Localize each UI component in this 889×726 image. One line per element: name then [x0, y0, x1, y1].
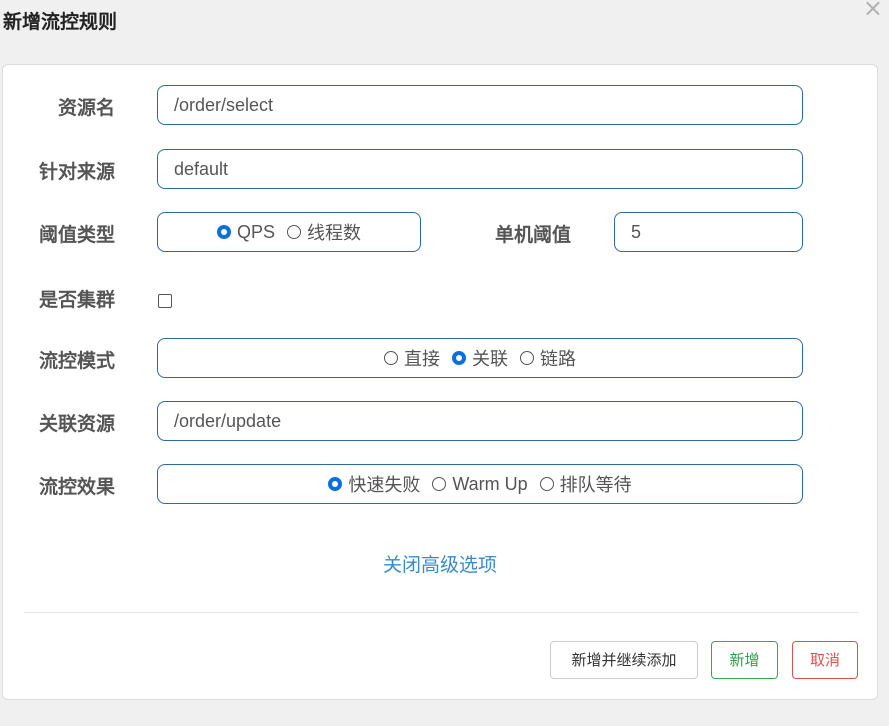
- cluster-label: 是否集群: [38, 289, 115, 311]
- origin-input[interactable]: [158, 150, 802, 188]
- cluster-checkbox[interactable]: [158, 294, 172, 308]
- single-threshold-input[interactable]: [615, 213, 802, 251]
- radio-checked-icon: [216, 225, 231, 239]
- origin-field: [157, 149, 803, 189]
- radio-unchecked-icon: [539, 477, 554, 491]
- radio-label: QPS: [236, 221, 275, 242]
- radio-unchecked-icon: [287, 225, 301, 239]
- cancel-button[interactable]: 取消: [792, 641, 858, 679]
- radio-unchecked-icon: [384, 351, 398, 365]
- row-ref-resource: 关联资源: [3, 401, 877, 443]
- dialog: 新增流控规则 × 资源名 针对来源 阈值类型 QPS: [0, 0, 889, 726]
- divider: [24, 612, 858, 613]
- effect-field: 快速失败 Warm Up 排队等待: [157, 464, 803, 504]
- resource-field: [157, 85, 803, 125]
- threshold-type-label: 阈值类型: [38, 224, 115, 246]
- radio-label: 线程数: [307, 223, 361, 243]
- radio-mode-chain[interactable]: 链路: [520, 345, 576, 371]
- radio-effect-queue[interactable]: 排队等待: [539, 471, 632, 497]
- row-effect: 流控效果 快速失败 Warm Up 排队等待: [3, 464, 877, 506]
- radio-label: Warm Up: [452, 473, 528, 494]
- effect-label: 流控效果: [38, 476, 115, 498]
- origin-label: 针对来源: [38, 161, 115, 183]
- radio-label: 链路: [540, 349, 576, 369]
- radio-label: 关联: [472, 349, 508, 369]
- form-panel: 资源名 针对来源 阈值类型 QPS: [2, 64, 878, 700]
- resource-label: 资源名: [57, 97, 115, 119]
- row-resource: 资源名: [3, 85, 877, 127]
- radio-checked-icon: [452, 351, 466, 365]
- ref-resource-input[interactable]: [158, 402, 802, 440]
- radio-label: 排队等待: [559, 475, 632, 495]
- mode-radio-group: 直接 关联 链路: [158, 339, 802, 377]
- radio-checked-icon: [328, 477, 343, 491]
- radio-effect-fail-fast[interactable]: 快速失败: [328, 471, 420, 497]
- mode-label: 流控模式: [38, 350, 115, 372]
- add-button[interactable]: 新增: [711, 641, 778, 679]
- radio-threshold-threads[interactable]: 线程数: [287, 219, 361, 245]
- single-threshold-label: 单机阈值: [494, 224, 571, 246]
- radio-label: 直接: [404, 349, 440, 369]
- single-threshold-field: [614, 212, 803, 252]
- effect-radio-group: 快速失败 Warm Up 排队等待: [158, 465, 802, 503]
- row-origin: 针对来源: [3, 149, 877, 191]
- resource-input[interactable]: [158, 86, 802, 124]
- radio-effect-warm-up[interactable]: Warm Up: [432, 473, 528, 495]
- add-and-continue-button[interactable]: 新增并继续添加: [550, 641, 698, 679]
- dialog-title: 新增流控规则: [3, 11, 118, 33]
- radio-threshold-qps[interactable]: QPS: [216, 221, 275, 243]
- row-threshold: 阈值类型 QPS 线程数 单机阈值: [3, 212, 877, 254]
- ref-resource-field: [157, 401, 803, 441]
- close-icon[interactable]: ×: [863, 0, 883, 22]
- ref-resource-label: 关联资源: [38, 413, 115, 435]
- radio-label: 快速失败: [348, 475, 421, 495]
- threshold-type-radio-group: QPS 线程数: [158, 213, 420, 251]
- radio-mode-direct[interactable]: 直接: [384, 345, 440, 371]
- row-cluster: 是否集群: [3, 277, 877, 319]
- close-advanced-options-link[interactable]: 关闭高级选项: [3, 550, 877, 577]
- radio-unchecked-icon: [520, 351, 534, 365]
- row-mode: 流控模式 直接 关联 链路: [3, 338, 877, 380]
- mode-field: 直接 关联 链路: [157, 338, 803, 378]
- threshold-type-field: QPS 线程数: [157, 212, 421, 252]
- radio-unchecked-icon: [432, 477, 447, 491]
- radio-mode-related[interactable]: 关联: [452, 345, 508, 371]
